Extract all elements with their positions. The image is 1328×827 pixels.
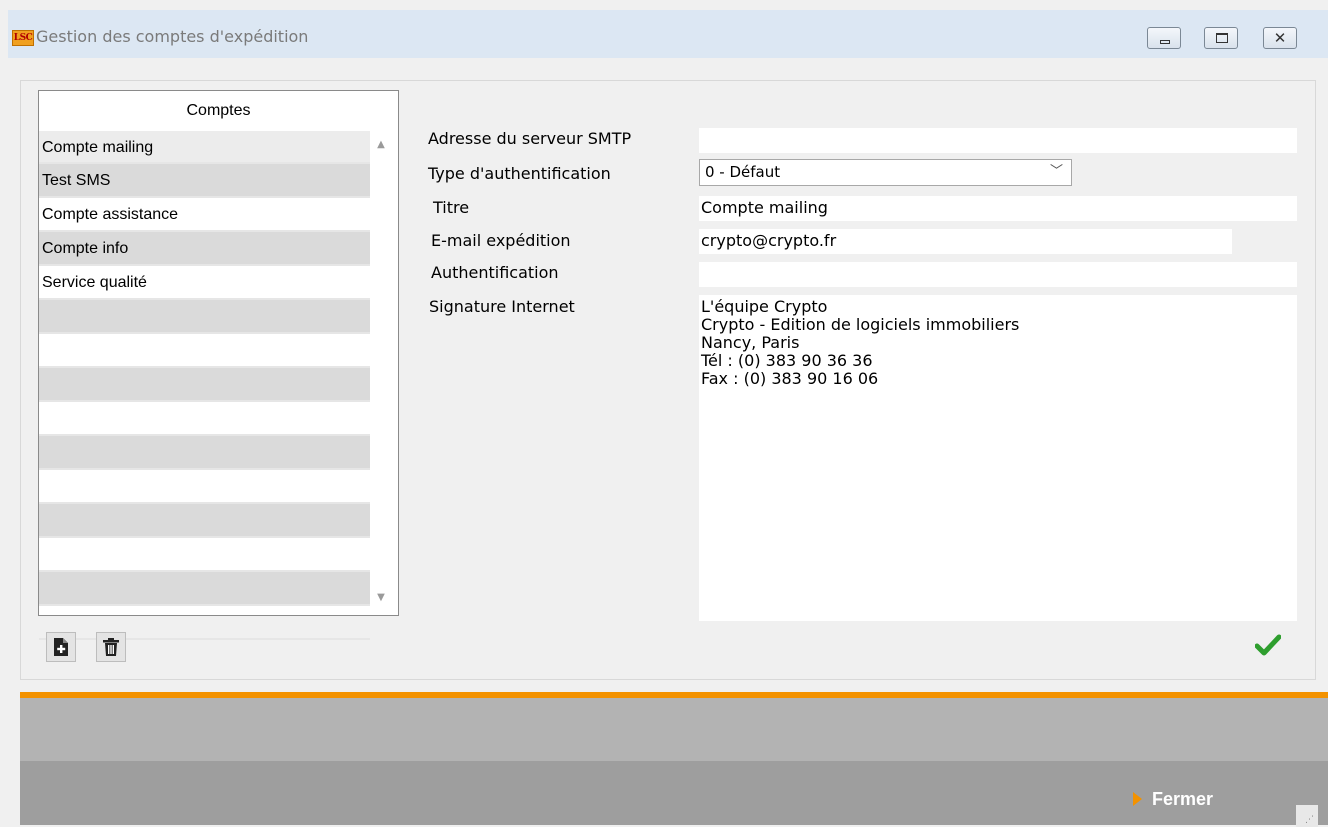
smtp-server-input[interactable] [699, 128, 1297, 153]
account-list-item[interactable] [39, 334, 370, 368]
account-list-item[interactable] [39, 300, 370, 334]
titre-input[interactable]: Compte mailing [699, 196, 1297, 221]
account-list-item[interactable] [39, 606, 370, 640]
minimize-button[interactable] [1147, 27, 1181, 49]
minimize-icon [1160, 40, 1170, 44]
delete-account-button[interactable] [96, 632, 126, 662]
account-list-item[interactable] [39, 368, 370, 402]
email-label: E-mail expédition [431, 231, 571, 250]
account-list-item[interactable] [39, 504, 370, 538]
validate-check-icon[interactable] [1255, 634, 1281, 656]
scroll-up-arrow-icon[interactable]: ▲ [373, 138, 389, 152]
email-input[interactable]: crypto@crypto.fr [699, 229, 1232, 254]
dialog-window: LSC Gestion des comptes d'expédition ✕ C… [8, 10, 1328, 827]
footer-band-bottom [20, 761, 1328, 825]
account-list-item[interactable] [39, 402, 370, 436]
maximize-button[interactable] [1204, 27, 1238, 49]
auth-type-label: Type d'authentification [428, 164, 611, 183]
accounts-list-rows: Compte mailing Test SMS Compte assistance C… [39, 131, 370, 640]
add-document-icon [54, 638, 68, 656]
app-logo-icon: LSC [12, 30, 34, 46]
account-list-item[interactable] [39, 470, 370, 504]
signature-textarea[interactable]: L'équipe Crypto Crypto - Edition de logi… [699, 295, 1297, 621]
close-button-label: Fermer [1152, 789, 1214, 809]
scroll-down-arrow-icon[interactable]: ▼ [373, 591, 389, 605]
resize-grip-icon[interactable]: ⋰ [1296, 805, 1318, 827]
close-icon: ✕ [1273, 29, 1287, 47]
authentication-input[interactable] [699, 262, 1297, 287]
account-list-item[interactable]: Compte info [39, 232, 370, 266]
maximize-icon [1216, 33, 1228, 43]
add-account-button[interactable] [46, 632, 76, 662]
account-list-item[interactable]: Compte assistance [39, 198, 370, 232]
footer-band-top [20, 698, 1328, 761]
window-title: Gestion des comptes d'expédition [36, 27, 309, 46]
account-list-item[interactable] [39, 572, 370, 606]
account-list-item[interactable]: Test SMS [39, 164, 370, 198]
account-list-item[interactable] [39, 436, 370, 470]
accounts-list[interactable]: Comptes Compte mailing Test SMS Compte ass… [38, 90, 399, 640]
auth-type-value: 0 - Défaut [705, 163, 781, 181]
account-list-item[interactable]: Compte mailing [39, 131, 370, 164]
accounts-list-header: Comptes [186, 102, 251, 119]
close-button[interactable]: Fermer [1133, 785, 1213, 813]
close-window-button[interactable]: ✕ [1263, 27, 1297, 49]
title-bar[interactable]: LSC Gestion des comptes d'expédition ✕ [8, 10, 1328, 58]
signature-label: Signature Internet [429, 297, 575, 316]
auth-type-select[interactable]: 0 - Défaut ﹀ [699, 159, 1072, 186]
titre-label: Titre [433, 198, 470, 217]
smtp-label: Adresse du serveur SMTP [428, 129, 632, 148]
authentication-label: Authentification [431, 263, 559, 282]
trash-icon [103, 638, 119, 656]
chevron-down-icon: ﹀ [1049, 164, 1063, 179]
account-list-item[interactable] [39, 538, 370, 572]
play-arrow-icon [1133, 792, 1142, 806]
account-list-item[interactable]: Service qualité [39, 266, 370, 300]
